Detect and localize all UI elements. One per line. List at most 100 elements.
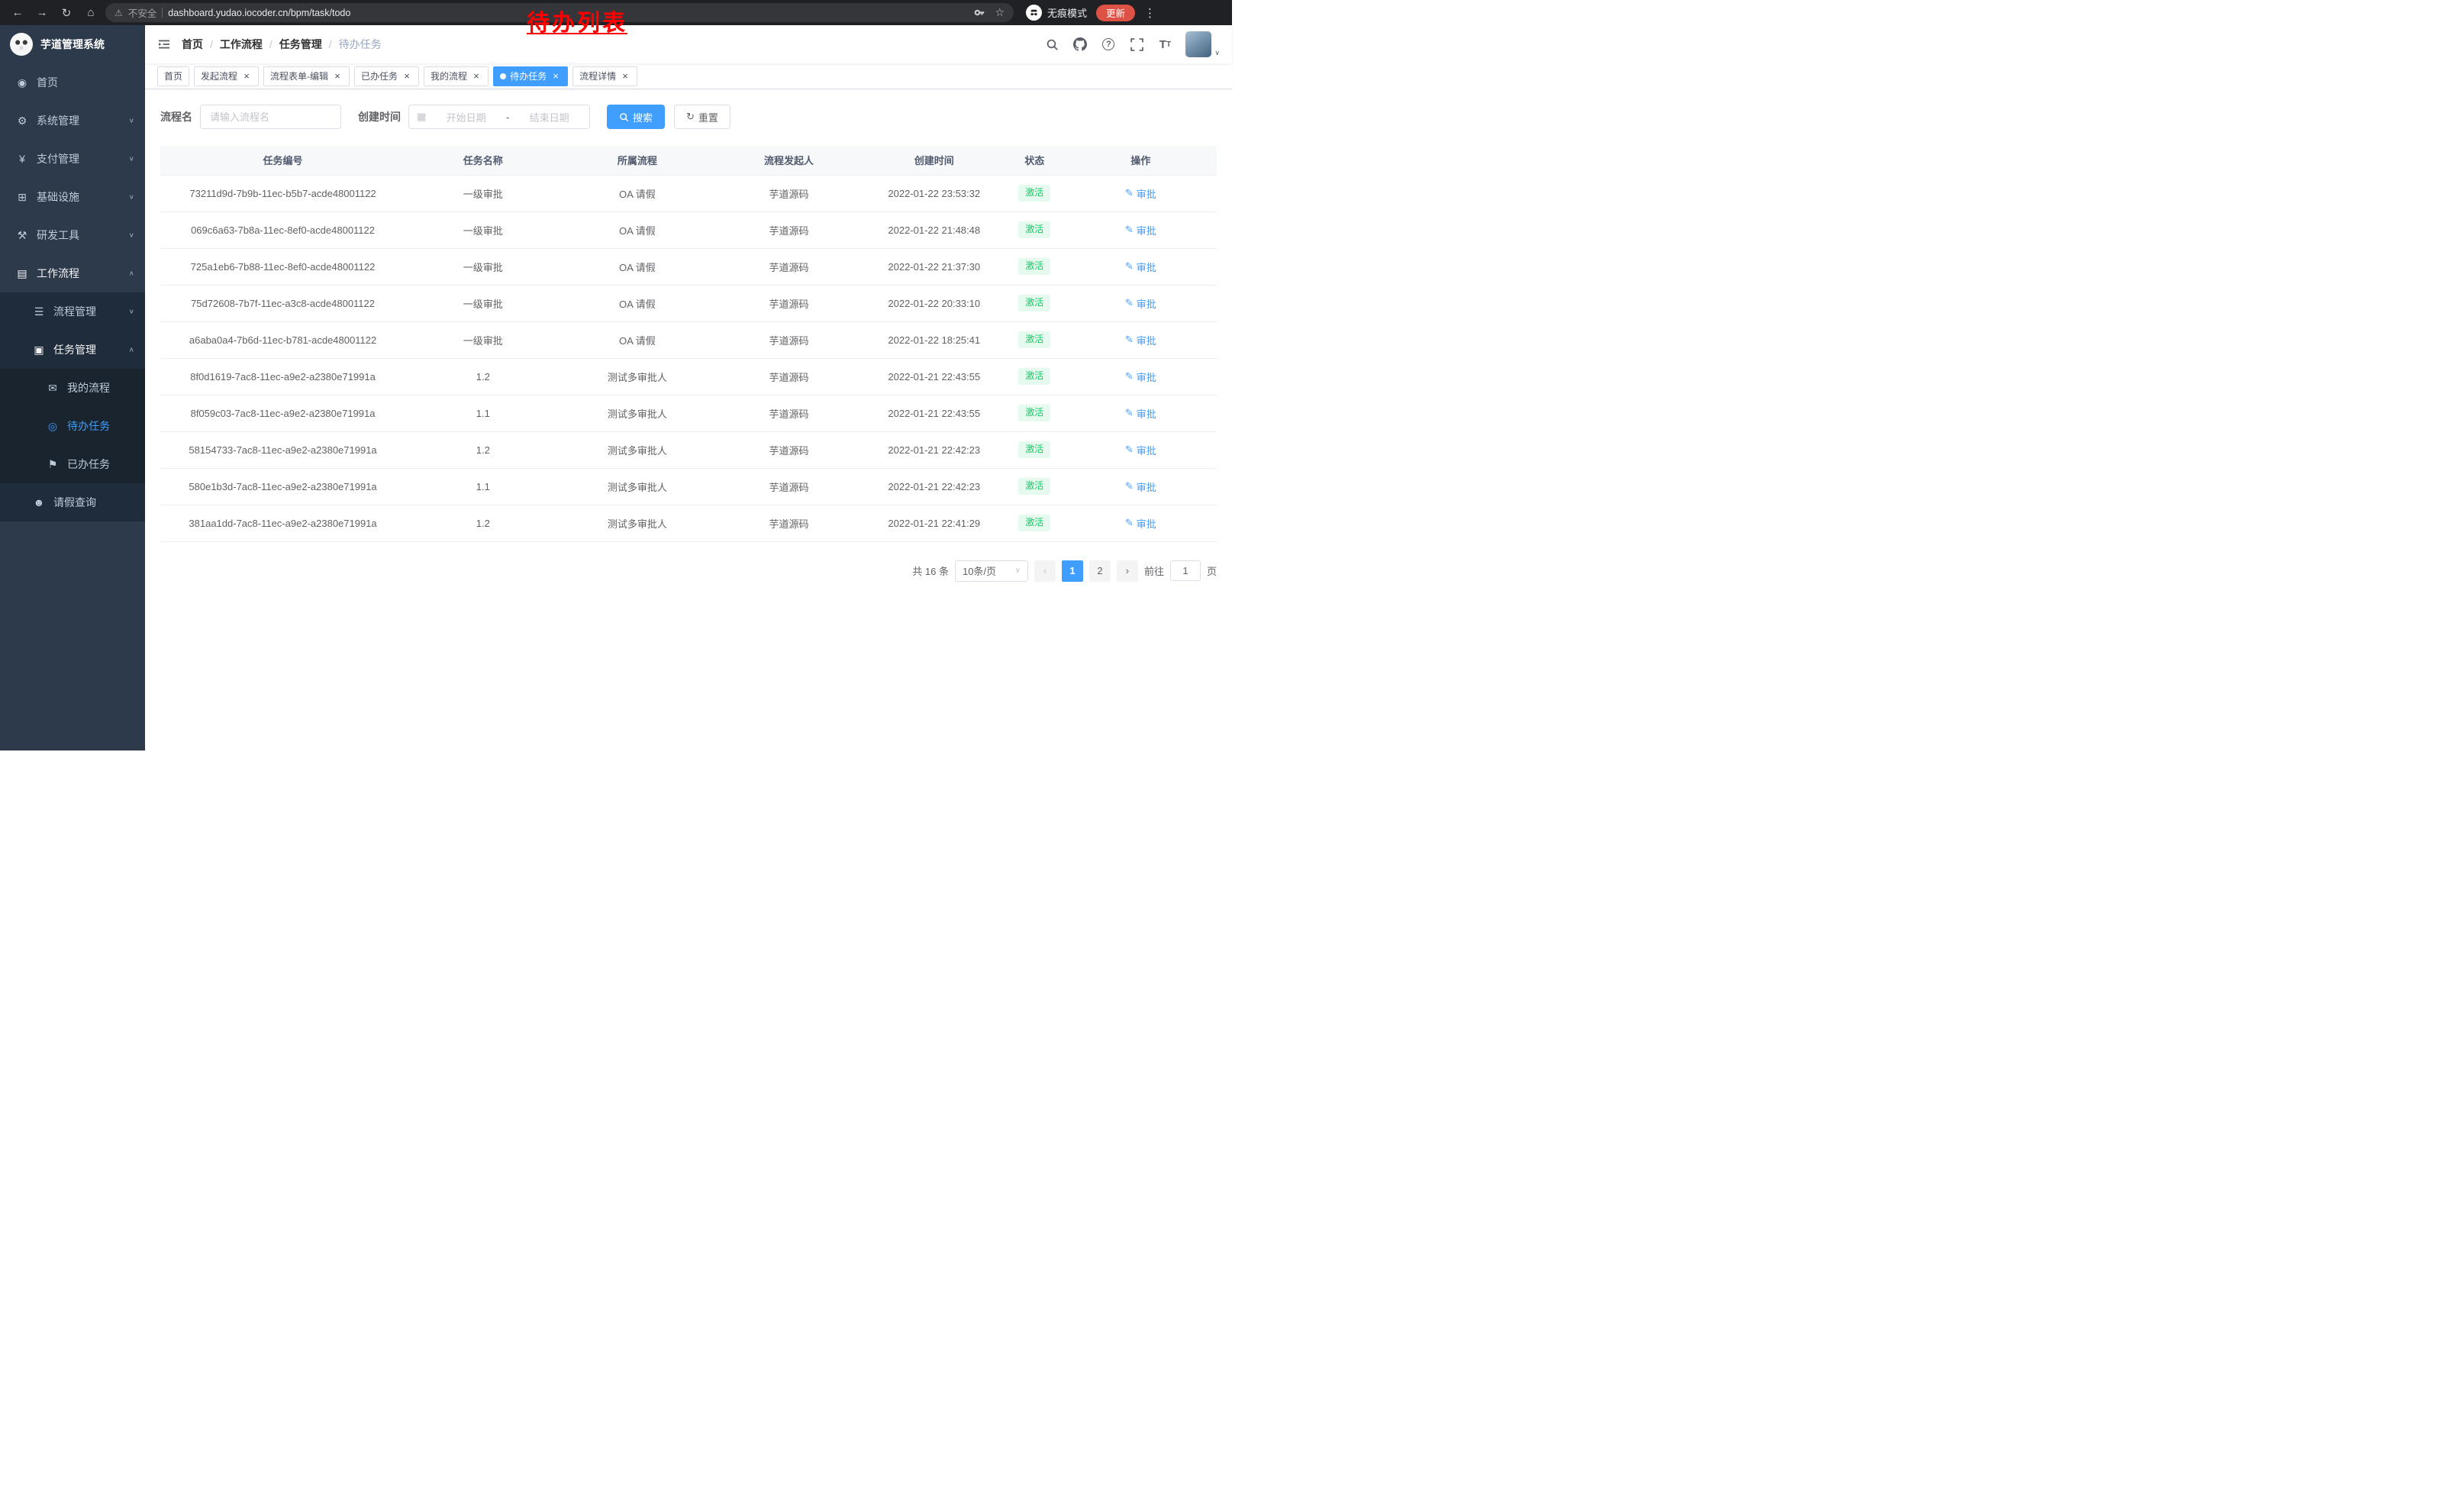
update-button[interactable]: 更新 xyxy=(1096,5,1135,21)
tab-process-form-edit[interactable]: 流程表单-编辑 × xyxy=(263,66,350,86)
cell-action: ✎ 审批 xyxy=(1065,358,1217,395)
github-icon[interactable] xyxy=(1072,37,1088,52)
approve-button[interactable]: ✎ 审批 xyxy=(1125,333,1156,347)
security-label[interactable]: 不安全 xyxy=(128,5,157,20)
close-icon[interactable]: × xyxy=(402,71,412,82)
end-date-placeholder: 结束日期 xyxy=(517,110,582,124)
incognito-icon xyxy=(1026,5,1042,21)
close-icon[interactable]: × xyxy=(550,71,561,82)
approve-button[interactable]: ✎ 审批 xyxy=(1125,479,1156,494)
breadcrumb-task-management[interactable]: 任务管理 xyxy=(279,37,322,52)
infrastructure-icon: ⊞ xyxy=(15,191,29,204)
approve-button[interactable]: ✎ 审批 xyxy=(1125,370,1156,384)
cell-task-name: 一级审批 xyxy=(405,321,560,358)
approve-button[interactable]: ✎ 审批 xyxy=(1125,260,1156,274)
cell-status: 激活 xyxy=(1005,285,1065,321)
approve-button[interactable]: ✎ 审批 xyxy=(1125,406,1156,421)
filter-bar: 流程名 创建时间 ▦ 开始日期 - 结束日期 搜索 ↻ 重置 xyxy=(160,105,1217,129)
approve-button[interactable]: ✎ 审批 xyxy=(1125,443,1156,457)
breadcrumb-separator: / xyxy=(210,38,213,50)
sidebar-item-home[interactable]: ◉ 首页 xyxy=(0,63,145,102)
workflow-icon: ▤ xyxy=(15,267,29,280)
breadcrumb-workflow[interactable]: 工作流程 xyxy=(220,37,263,52)
approve-button[interactable]: ✎ 审批 xyxy=(1125,223,1156,237)
yen-icon: ¥ xyxy=(15,153,29,165)
process-name-input[interactable] xyxy=(200,105,341,129)
cell-task-name: 一级审批 xyxy=(405,248,560,285)
page-button-2[interactable]: 2 xyxy=(1089,560,1111,582)
forward-icon[interactable]: → xyxy=(32,3,52,23)
table-row: 8f0d1619-7ac8-11ec-a9e2-a2380e71991a 1.2… xyxy=(160,358,1217,395)
sidebar-item-dev-tools[interactable]: ⚒ 研发工具 ∨ xyxy=(0,216,145,254)
cell-created: 2022-01-22 21:48:48 xyxy=(864,211,1005,248)
logo-image xyxy=(10,33,33,56)
sidebar-item-infrastructure[interactable]: ⊞ 基础设施 ∨ xyxy=(0,178,145,216)
sidebar-item-todo-tasks[interactable]: ◎ 待办任务 xyxy=(0,407,145,445)
flag-icon: ⚑ xyxy=(46,458,60,471)
sidebar-item-process-management[interactable]: ☰ 流程管理 ∨ xyxy=(0,292,145,331)
tab-start-process[interactable]: 发起流程 × xyxy=(194,66,259,86)
cell-task-id: 75d72608-7b7f-11ec-a3c8-acde48001122 xyxy=(160,285,405,321)
chevron-up-icon: ∧ xyxy=(129,346,134,353)
sidebar-item-done-tasks[interactable]: ⚑ 已办任务 xyxy=(0,445,145,483)
cell-created: 2022-01-21 22:43:55 xyxy=(864,358,1005,395)
goto-suffix: 页 xyxy=(1207,563,1217,578)
goto-page-input[interactable] xyxy=(1170,560,1201,581)
sidebar-item-payment-management[interactable]: ¥ 支付管理 ∨ xyxy=(0,140,145,178)
tools-icon: ⚒ xyxy=(15,229,29,242)
sidebar-item-system-management[interactable]: ⚙ 系统管理 ∨ xyxy=(0,102,145,140)
close-icon[interactable]: × xyxy=(620,71,631,82)
eye-icon: ◎ xyxy=(46,420,60,433)
sidebar-item-my-processes[interactable]: ✉ 我的流程 xyxy=(0,369,145,407)
range-separator: - xyxy=(506,111,509,123)
cell-process: OA 请假 xyxy=(561,321,714,358)
close-icon[interactable]: × xyxy=(241,71,252,82)
cell-task-name: 1.1 xyxy=(405,468,560,505)
sidebar-item-leave-query[interactable]: ☻ 请假查询 xyxy=(0,483,145,521)
prev-page-button[interactable]: ‹ xyxy=(1034,560,1056,582)
help-icon[interactable]: ? xyxy=(1101,37,1116,52)
edit-icon: ✎ xyxy=(1125,224,1134,236)
approve-button[interactable]: ✎ 审批 xyxy=(1125,296,1156,311)
reset-button[interactable]: ↻ 重置 xyxy=(674,105,730,129)
tab-home[interactable]: 首页 xyxy=(157,66,189,86)
close-icon[interactable]: × xyxy=(332,71,343,82)
edit-icon: ✎ xyxy=(1125,444,1134,456)
tab-process-detail[interactable]: 流程详情 × xyxy=(572,66,637,86)
cell-created: 2022-01-22 23:53:32 xyxy=(864,175,1005,211)
key-icon[interactable] xyxy=(974,7,985,18)
edit-icon: ✎ xyxy=(1125,334,1134,346)
tab-done-tasks[interactable]: 已办任务 × xyxy=(354,66,419,86)
cell-task-name: 1.1 xyxy=(405,395,560,431)
date-range-picker[interactable]: ▦ 开始日期 - 结束日期 xyxy=(408,105,590,129)
top-header: 首页 / 工作流程 / 任务管理 / 待办任务 ? TT xyxy=(145,25,1232,63)
sidebar-item-workflow[interactable]: ▤ 工作流程 ∧ xyxy=(0,254,145,292)
column-process: 所属流程 xyxy=(561,146,714,175)
search-button[interactable]: 搜索 xyxy=(607,105,665,129)
create-time-label: 创建时间 xyxy=(358,109,401,124)
user-avatar[interactable]: ∨ xyxy=(1185,31,1220,57)
status-badge: 激活 xyxy=(1018,331,1050,348)
page-size-select[interactable]: 10条/页 ∨ xyxy=(955,560,1028,582)
approve-button[interactable]: ✎ 审批 xyxy=(1125,516,1156,531)
close-icon[interactable]: × xyxy=(471,71,482,82)
font-size-icon[interactable]: TT xyxy=(1157,37,1172,52)
breadcrumb-home[interactable]: 首页 xyxy=(182,37,203,52)
next-page-button[interactable]: › xyxy=(1117,560,1138,582)
fullscreen-icon[interactable] xyxy=(1129,37,1144,52)
reload-icon[interactable]: ↻ xyxy=(56,3,76,23)
page-button-1[interactable]: 1 xyxy=(1062,560,1083,582)
back-icon[interactable]: ← xyxy=(8,3,27,23)
approve-button[interactable]: ✎ 审批 xyxy=(1125,186,1156,201)
menu-kebab-icon[interactable]: ⋮ xyxy=(1144,6,1156,20)
app-logo[interactable]: 芋道管理系统 xyxy=(0,25,145,63)
status-badge: 激活 xyxy=(1018,258,1050,275)
tab-todo-tasks[interactable]: 待办任务 × xyxy=(493,66,568,86)
collapse-sidebar-icon[interactable] xyxy=(157,37,171,51)
search-icon[interactable] xyxy=(1044,37,1059,52)
sidebar-item-task-management[interactable]: ▣ 任务管理 ∧ xyxy=(0,331,145,369)
bookmark-star-icon[interactable]: ☆ xyxy=(995,6,1005,19)
incognito-badge: 无痕模式 xyxy=(1026,5,1087,21)
home-icon[interactable]: ⌂ xyxy=(81,3,101,23)
tab-my-processes[interactable]: 我的流程 × xyxy=(424,66,489,86)
